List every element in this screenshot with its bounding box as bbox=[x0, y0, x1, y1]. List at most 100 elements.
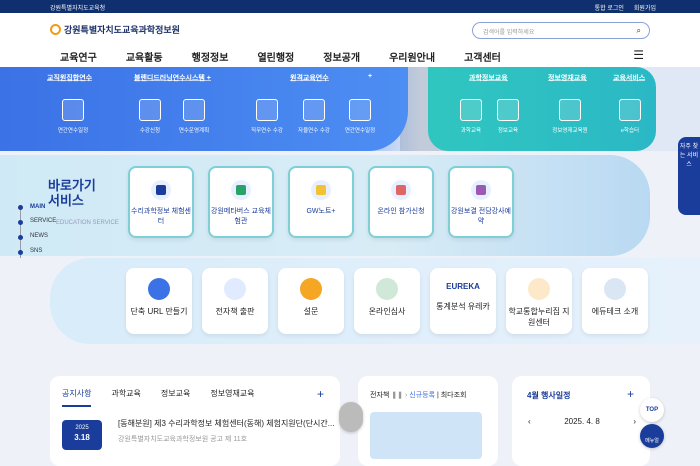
scroll-indicator-icon bbox=[339, 402, 363, 432]
nav-item[interactable]: 교육연구 bbox=[60, 49, 97, 64]
top-label: TOP bbox=[645, 407, 659, 413]
service-item[interactable]: 수강신청 bbox=[126, 99, 174, 134]
quick-card[interactable]: 강원메타버스 교육체험관 bbox=[208, 166, 274, 238]
link-icon bbox=[148, 278, 170, 300]
quick-card[interactable]: 수리과학정보 체험센터 bbox=[128, 166, 194, 238]
service-item[interactable]: e학습터 bbox=[606, 99, 654, 134]
ebook-thumbnail[interactable] bbox=[370, 412, 482, 459]
notice-sub: 강원특별자치도교육과학정보원 공고 제 11호 bbox=[118, 436, 248, 443]
course-icon bbox=[256, 99, 278, 121]
edu-service-label: EDUCATION SERVICE bbox=[56, 220, 119, 226]
more-notice-icon[interactable]: + bbox=[317, 387, 324, 401]
join-link[interactable]: 회원가입 bbox=[634, 6, 656, 12]
tab-science[interactable]: 과학교육 bbox=[111, 388, 140, 407]
tool-card[interactable]: 학교통합누리집 지원센터 bbox=[506, 268, 572, 334]
nav-service[interactable]: SERVICE bbox=[30, 218, 56, 224]
section-title[interactable]: 블렌디드러닝연수시스템 + bbox=[134, 73, 211, 82]
tab-info[interactable]: 정보교육 bbox=[161, 388, 190, 407]
nav-item[interactable]: 정보공개 bbox=[323, 49, 360, 64]
science-icon bbox=[460, 99, 482, 121]
section-title[interactable]: 교직원집합연수 bbox=[47, 73, 93, 82]
survey-icon bbox=[300, 278, 322, 300]
section-title[interactable]: 교육서비스 bbox=[613, 73, 646, 82]
nav-item[interactable]: 행정정보 bbox=[192, 49, 229, 64]
service-item[interactable]: 자율연수 수강 bbox=[290, 99, 338, 134]
frequent-service-tab[interactable]: 자주 찾는 서비스 bbox=[678, 137, 700, 215]
service-item[interactable]: 정보영재교육원 bbox=[546, 99, 594, 134]
plus-icon[interactable]: + bbox=[368, 73, 372, 80]
next-icon[interactable]: › bbox=[633, 417, 636, 426]
search-input[interactable]: 검색어를 입력하세요 ⌕ bbox=[472, 22, 650, 39]
section-title[interactable]: 정보영재교육 bbox=[548, 73, 587, 82]
gifted-icon bbox=[559, 99, 581, 121]
section-title[interactable]: 과학정보교육 bbox=[469, 73, 508, 82]
tool-card[interactable]: 단축 URL 만들기 bbox=[126, 268, 192, 334]
section-title[interactable]: 원격교육연수 bbox=[290, 73, 329, 82]
most-viewed-tab[interactable]: 최다조회 bbox=[441, 392, 467, 399]
manual-button[interactable]: 메뉴얼 bbox=[640, 424, 664, 448]
service-item[interactable]: 연수운영계획 bbox=[170, 99, 218, 134]
hamburger-menu-icon[interactable]: ☰ bbox=[633, 48, 644, 62]
tool-card[interactable]: EUREKA 통계분석 유레카 bbox=[430, 268, 496, 334]
review-icon bbox=[376, 278, 398, 300]
school-icon bbox=[528, 278, 550, 300]
top-button[interactable]: TOP bbox=[640, 398, 664, 422]
quick-card[interactable]: GW노트+ bbox=[288, 166, 354, 238]
tool-card[interactable]: 온라인심사 bbox=[354, 268, 420, 334]
tab-gifted[interactable]: 정보영재교육 bbox=[210, 388, 254, 407]
service-item[interactable]: 직무연수 수강 bbox=[243, 99, 291, 134]
tool-card[interactable]: 전자책 출판 bbox=[202, 268, 268, 334]
manual-label: 메뉴얼 bbox=[645, 438, 659, 444]
nav-news[interactable]: NEWS bbox=[30, 233, 48, 239]
nav-sns[interactable]: SNS bbox=[30, 248, 42, 254]
service-item[interactable]: 정보교육 bbox=[484, 99, 532, 134]
search-placeholder: 검색어를 입력하세요 bbox=[483, 30, 535, 36]
ebook-title: 전자책 bbox=[370, 392, 390, 399]
header: 강원특별자치도교육과학정보원 검색어를 입력하세요 ⌕ 교육연구 교육활동 행정정… bbox=[0, 13, 700, 67]
calendar-icon bbox=[471, 180, 491, 200]
more-schedule-icon[interactable]: + bbox=[627, 387, 634, 401]
metaverse-icon bbox=[231, 180, 251, 200]
note-icon bbox=[311, 180, 331, 200]
prev-icon[interactable]: ‹ bbox=[528, 417, 531, 426]
quick-card[interactable]: 온라인 참가신청 bbox=[368, 166, 434, 238]
nav-item[interactable]: 우리원안내 bbox=[389, 49, 435, 64]
plan-icon bbox=[183, 99, 205, 121]
logo-icon bbox=[50, 24, 61, 35]
quick-title: 바로가기 서비스 bbox=[48, 178, 96, 208]
nav-item[interactable]: 교육활동 bbox=[126, 49, 163, 64]
edutech-icon bbox=[604, 278, 626, 300]
org-link[interactable]: 강원특별자치도교육청 bbox=[50, 3, 105, 12]
top-utility-bar: 강원특별자치도교육청 통합 로그인 회원가입 bbox=[0, 0, 700, 13]
service-item[interactable]: 연간연수일정 bbox=[49, 99, 97, 134]
eureka-logo: EUREKA bbox=[446, 282, 480, 291]
tab-notice[interactable]: 공지사항 bbox=[62, 388, 92, 407]
nav-item[interactable]: 열린행정 bbox=[257, 49, 294, 64]
site-logo[interactable]: 강원특별자치도교육과학정보원 bbox=[50, 23, 180, 36]
notice-tabs: 공지사항 과학교육 정보교육 정보영재교육 bbox=[62, 388, 275, 407]
nav-main[interactable]: MAIN bbox=[30, 204, 45, 210]
schedule-title: 4월 행사일정 bbox=[527, 391, 571, 400]
book-icon bbox=[303, 99, 325, 121]
tool-card[interactable]: 에듀테크 소개 bbox=[582, 268, 648, 334]
ebook-header: 전자책 ❚❚ › 신규등록 | 최다조회 bbox=[370, 392, 467, 399]
notice-title[interactable]: [동해분원] 제3 수리과학정보 체험센터(동해) 체험지원단(단시간... bbox=[118, 418, 334, 429]
elearning-icon bbox=[619, 99, 641, 121]
calendar-icon bbox=[62, 99, 84, 121]
tool-card[interactable]: 설문 bbox=[278, 268, 344, 334]
calendar-icon bbox=[349, 99, 371, 121]
apply-icon bbox=[139, 99, 161, 121]
search-icon[interactable]: ⌕ bbox=[637, 26, 641, 36]
ebook-icon bbox=[224, 278, 246, 300]
brain-icon bbox=[151, 180, 171, 200]
form-icon bbox=[391, 180, 411, 200]
service-item[interactable]: 연간연수일정 bbox=[336, 99, 384, 134]
main-nav: 교육연구 교육활동 행정정보 열린행정 정보공개 우리원안내 고객센터 bbox=[60, 49, 660, 64]
notice-date: 2025 3.18 bbox=[62, 420, 102, 450]
new-tab[interactable]: 신규등록 bbox=[409, 392, 435, 399]
quick-card[interactable]: 강원보결 전담강사예약 bbox=[448, 166, 514, 238]
nav-item[interactable]: 고객센터 bbox=[464, 49, 501, 64]
site-title: 강원특별자치도교육과학정보원 bbox=[64, 25, 180, 35]
schedule-date-nav: ‹ 2025. 4. 8 › bbox=[528, 417, 636, 426]
login-link[interactable]: 통합 로그인 bbox=[595, 6, 624, 12]
